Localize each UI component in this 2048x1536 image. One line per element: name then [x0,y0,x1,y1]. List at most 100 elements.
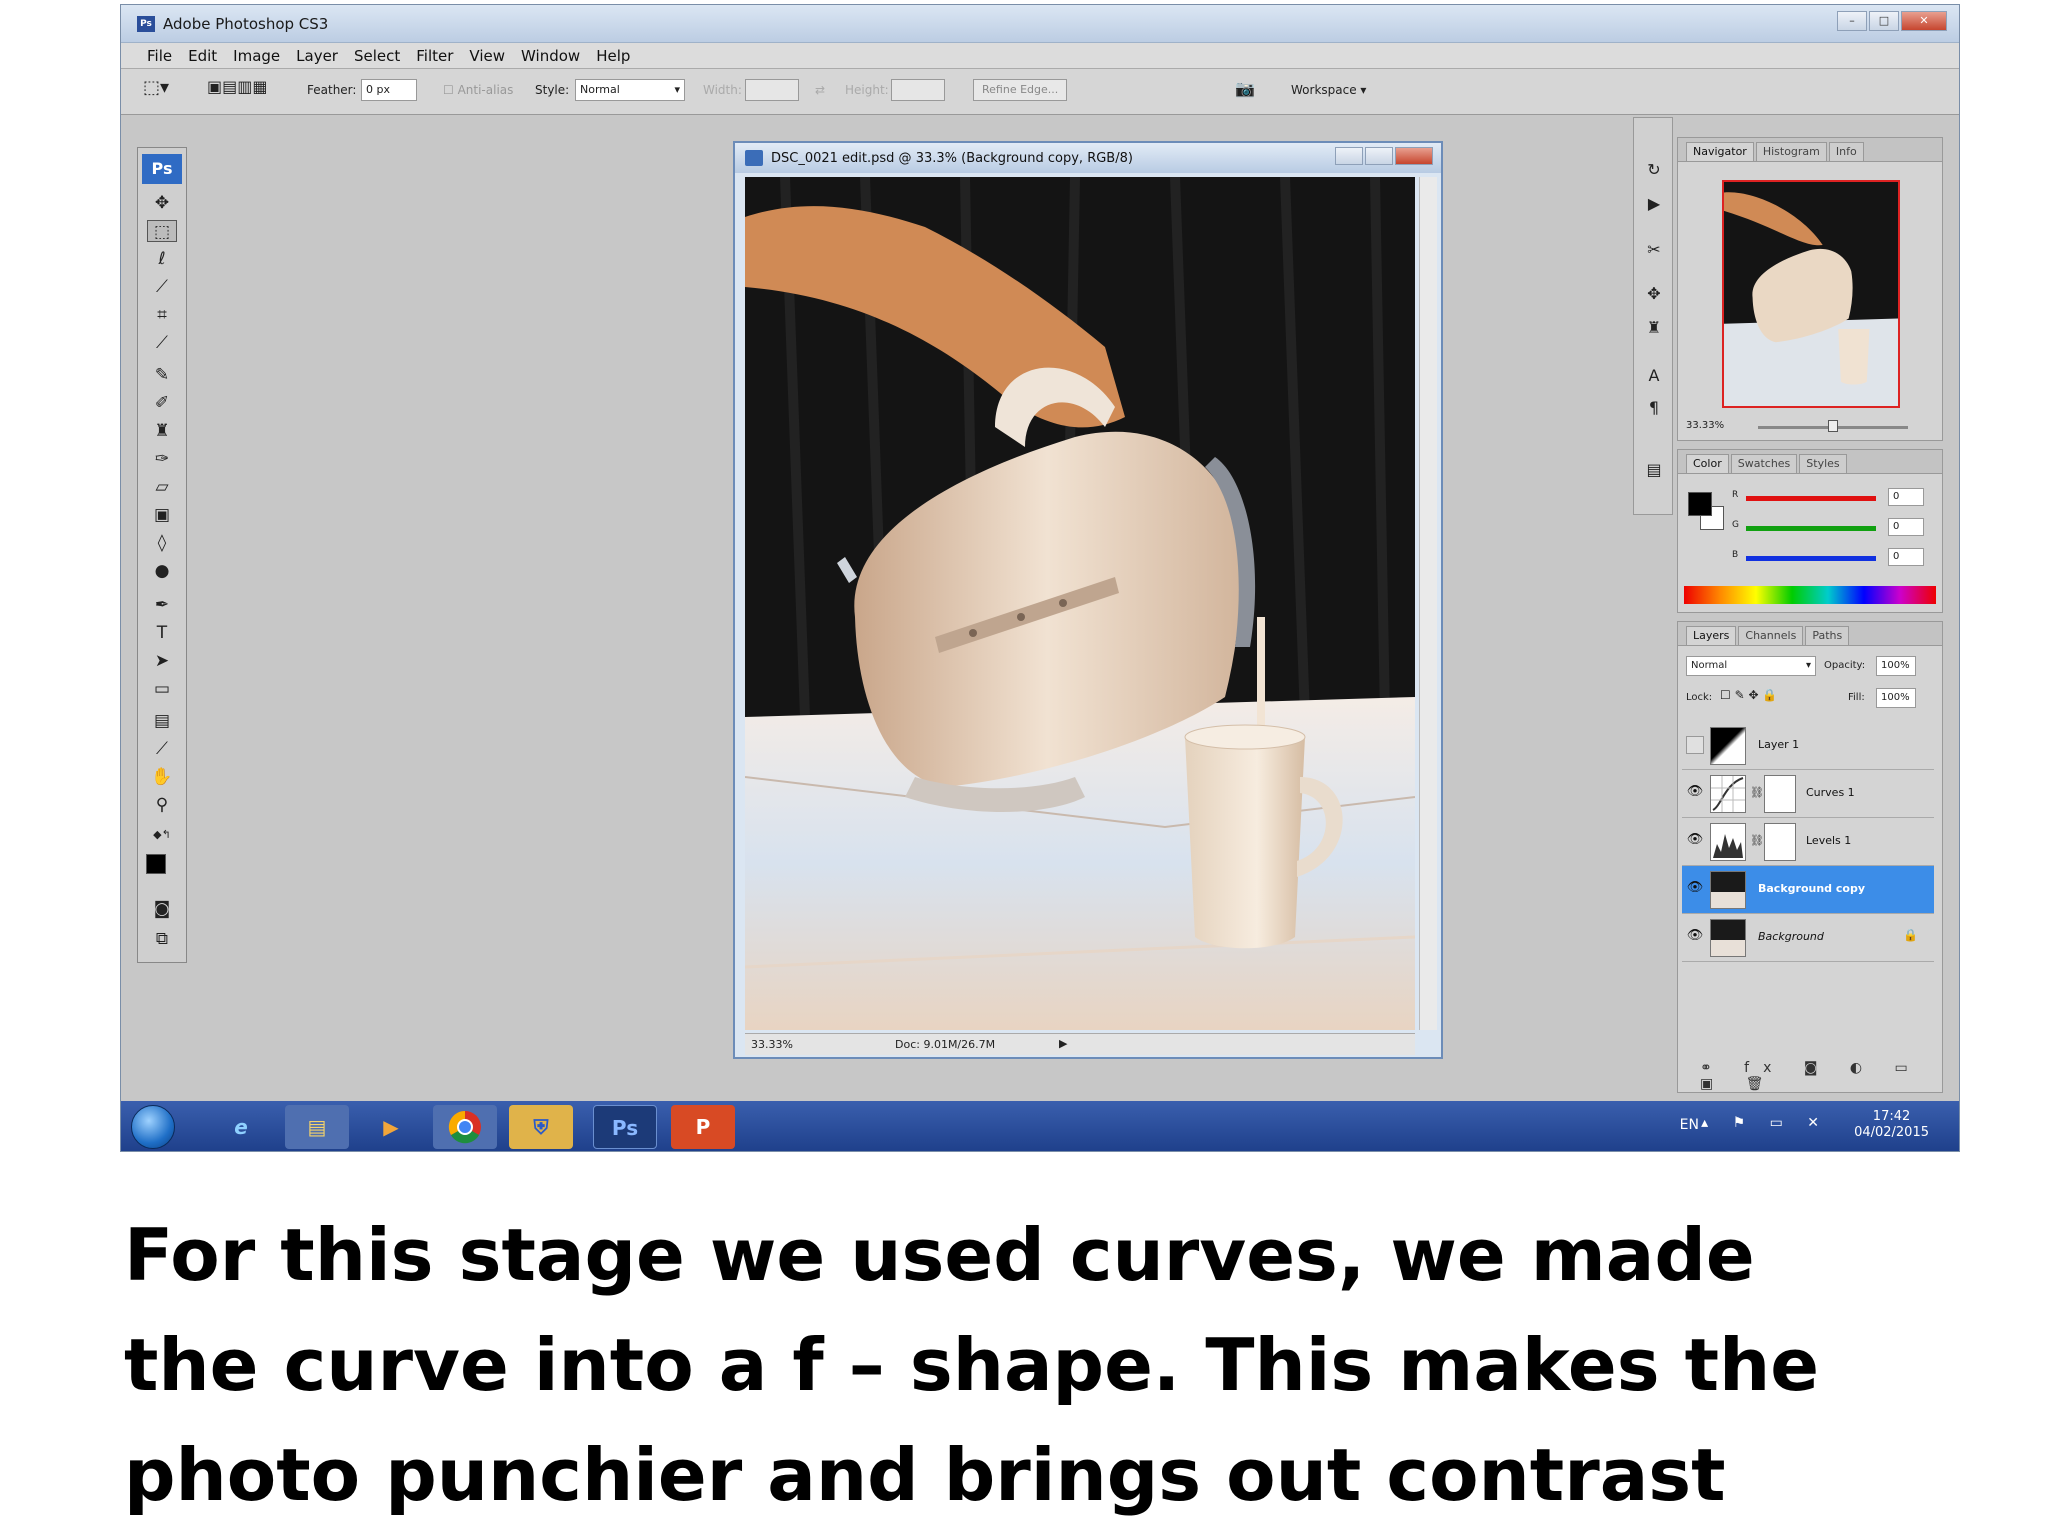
tool-presets-icon[interactable]: ✂ [1642,238,1666,262]
magic-wand-tool-icon[interactable]: ⟋ [147,276,177,298]
menu-window[interactable]: Window [515,43,586,68]
visibility-toggle-hidden[interactable] [1686,736,1704,754]
tray-icons[interactable]: ▴ ⚑ ▭ ✕ [1701,1115,1829,1131]
tab-styles[interactable]: Styles [1799,454,1847,473]
clone-stamp-icon[interactable]: ♜ [147,420,177,442]
screen-mode-icon[interactable]: ⧉ [147,928,177,950]
brushes-panel-icon[interactable]: ✥ [1642,282,1666,306]
tab-color[interactable]: Color [1686,454,1729,473]
healing-brush-icon[interactable]: ✎ [147,364,177,386]
feather-input[interactable]: 0 px [361,79,417,101]
eye-icon[interactable]: 👁 [1686,928,1704,946]
menu-edit[interactable]: Edit [182,43,223,68]
doc-close-button[interactable] [1395,147,1433,165]
eraser-tool-icon[interactable]: ▱ [147,476,177,498]
hand-tool-icon[interactable]: ✋ [147,766,177,788]
swap-colors-icon[interactable]: ◆↰ [147,824,177,846]
paragraph-panel-icon[interactable]: ¶ [1642,396,1666,420]
type-tool-icon[interactable]: T [147,622,177,644]
powerpoint-taskbar-icon[interactable]: P [671,1105,735,1149]
document-vertical-scrollbar[interactable] [1419,177,1437,1030]
path-selection-icon[interactable]: ➤ [147,650,177,672]
tab-info[interactable]: Info [1828,142,1864,161]
menu-help[interactable]: Help [590,43,636,68]
tray-clock[interactable]: 17:42 04/02/2015 [1854,1109,1929,1141]
eye-icon[interactable]: 👁 [1686,880,1704,898]
antialias-checkbox[interactable]: ☐ Anti-alias [443,83,513,97]
maximize-button[interactable]: □ [1869,11,1899,31]
tab-swatches[interactable]: Swatches [1730,454,1798,473]
menu-layer[interactable]: Layer [290,43,344,68]
layer-row-background-copy[interactable]: 👁 Background copy [1682,866,1934,914]
blend-mode-select[interactable]: Normal ▾ [1686,656,1816,676]
doc-maximize-button[interactable] [1365,147,1393,165]
opacity-input[interactable]: 100% [1876,656,1916,676]
character-panel-icon[interactable]: A [1642,364,1666,388]
actions-panel-icon[interactable]: ▶ [1642,192,1666,216]
blur-tool-icon[interactable]: ◊ [147,532,177,554]
layer-row-curves-1[interactable]: 👁 ⛓ Curves 1 [1682,770,1934,818]
eye-icon[interactable]: 👁 [1686,784,1704,802]
fill-input[interactable]: 100% [1876,688,1916,708]
color-foreground-swatch[interactable] [1688,492,1712,516]
photoshop-taskbar-icon[interactable]: Ps [593,1105,657,1149]
document-canvas[interactable] [745,177,1415,1030]
crop-tool-icon[interactable]: ⌗ [147,304,177,326]
layers-footer-buttons[interactable]: ⚭ fx ◙ ◐ ▭ ▣ 🗑 [1682,1060,1934,1092]
tab-layers[interactable]: Layers [1686,626,1737,645]
style-select[interactable]: Normal ▾ [575,79,685,101]
foreground-color-swatch[interactable] [146,854,166,874]
security-shield-icon[interactable]: ⛨ [509,1105,573,1149]
eyedropper-tool-icon[interactable]: ⟋ [147,738,177,760]
clone-source-icon[interactable]: ♜ [1642,316,1666,340]
menu-select[interactable]: Select [348,43,406,68]
channel-slider-b[interactable] [1746,556,1876,561]
history-brush-icon[interactable]: ✑ [147,448,177,470]
move-tool-icon[interactable]: ✥ [147,192,177,214]
tray-language[interactable]: EN [1680,1117,1699,1133]
layer-row-background[interactable]: 👁 Background 🔒 [1682,914,1934,962]
menu-file[interactable]: File [141,43,178,68]
layer-row-levels-1[interactable]: 👁 ⛓ Levels 1 [1682,818,1934,866]
gradient-tool-icon[interactable]: ▣ [147,504,177,526]
tab-histogram[interactable]: Histogram [1755,142,1827,161]
navigator-zoom-knob[interactable] [1828,420,1838,432]
internet-explorer-icon[interactable]: e [209,1105,273,1149]
dodge-tool-icon[interactable]: ● [147,560,177,582]
channel-slider-g[interactable] [1746,526,1876,531]
history-panel-icon[interactable]: ↻ [1642,158,1666,182]
lasso-tool-icon[interactable]: ℓ [147,248,177,270]
menu-image[interactable]: Image [227,43,286,68]
menu-filter[interactable]: Filter [410,43,459,68]
eye-icon[interactable]: 👁 [1686,832,1704,850]
shape-tool-icon[interactable]: ▭ [147,678,177,700]
marquee-tool-preset-icon[interactable]: ⬚▾ [143,77,169,98]
channel-slider-r[interactable] [1746,496,1876,501]
doc-zoom-level[interactable]: 33.33% [751,1038,793,1051]
media-player-icon[interactable]: ▶ [359,1105,423,1149]
minimize-button[interactable]: – [1837,11,1867,31]
status-arrow-icon[interactable]: ▶ [1059,1037,1067,1050]
slice-tool-icon[interactable]: ⟋ [147,332,177,354]
height-input[interactable] [891,79,945,101]
refine-edge-button[interactable]: Refine Edge... [973,79,1068,101]
close-button[interactable]: ✕ [1901,11,1947,31]
lock-options-icons[interactable]: ☐ ✎ ✥ 🔒 [1720,688,1777,702]
layer-comps-icon[interactable]: ▤ [1642,458,1666,482]
width-input[interactable] [745,79,799,101]
notes-tool-icon[interactable]: ▤ [147,710,177,732]
channel-value-r[interactable]: 0 [1888,488,1924,506]
navigator-zoom-value[interactable]: 33.33% [1686,420,1724,431]
pen-tool-icon[interactable]: ✒ [147,594,177,616]
menu-view[interactable]: View [463,43,511,68]
selection-mode-icons[interactable]: ▣▤▥▦ [207,77,267,96]
camera-bridge-icon[interactable]: 📷 [1235,79,1255,98]
chrome-icon[interactable] [433,1105,497,1149]
doc-size-info[interactable]: Doc: 9.01M/26.7M [895,1038,995,1051]
quick-mask-icon[interactable]: ◙ [147,898,177,920]
workspace-menu[interactable]: Workspace ▾ [1291,83,1366,97]
swap-dimensions-icon[interactable]: ⇄ [815,83,825,97]
navigator-thumbnail[interactable] [1722,180,1900,408]
color-spectrum-bar[interactable] [1684,586,1936,604]
tab-paths[interactable]: Paths [1805,626,1850,645]
